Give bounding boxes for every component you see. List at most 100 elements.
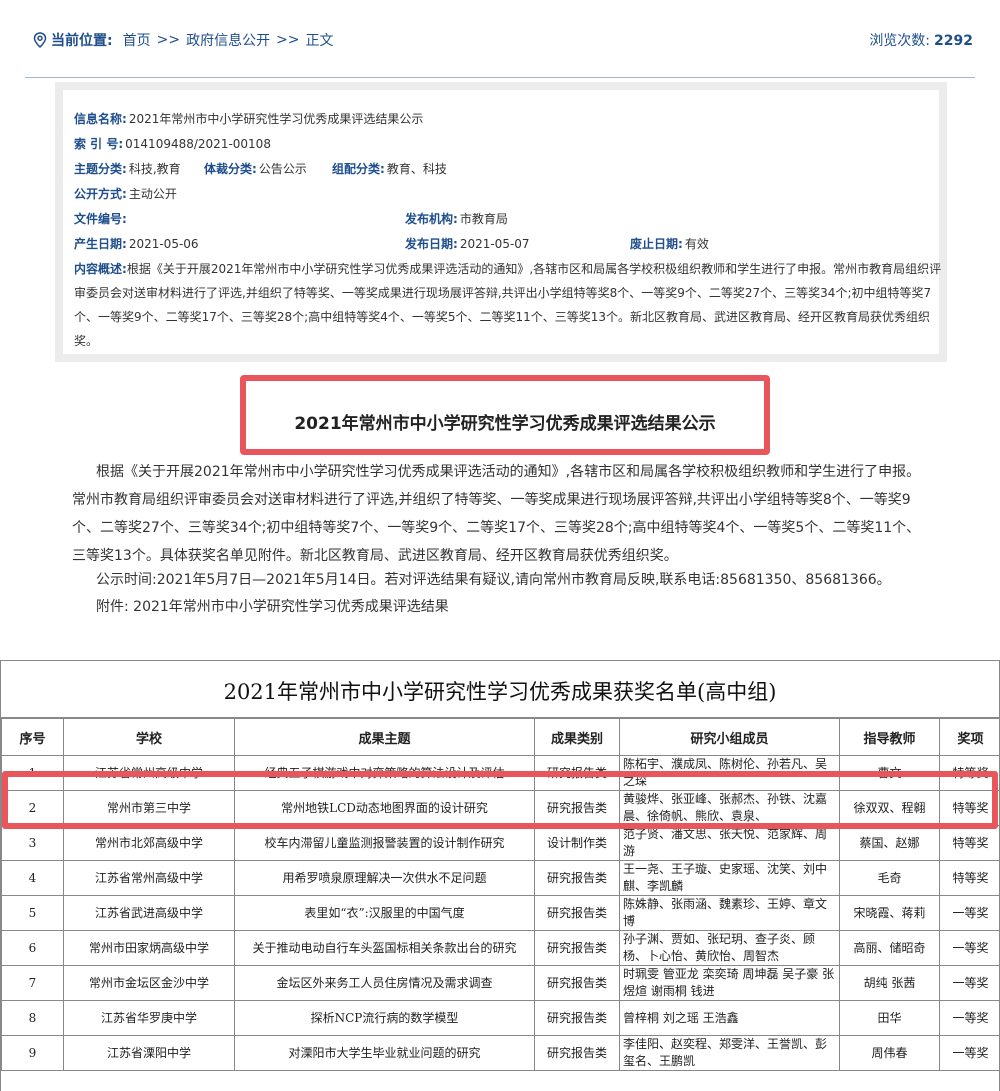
info-key: 索 引 号: [74,137,124,151]
table-cell: 田华 [839,1000,940,1036]
table-cell: 常州地铁LCD动态地图界面的设计研究 [234,790,535,826]
info-key: 文件编号: [74,212,127,226]
table-cell: 1 [1,755,64,791]
table-cell: 一等奖 [939,895,999,931]
table-row: 9 江苏省溧阳中学 对溧阳市大学生毕业就业问题的研究 研究报告类 李佳阳、赵奕程… [1,1035,999,1071]
info-key: 产生日期: [74,237,127,251]
info-key: 发布机构: [405,212,458,226]
info-key: 公开方式: [74,187,127,201]
article-title: 2021年常州市中小学研究性学习优秀成果评选结果公示 [294,414,716,434]
table-cell: 金坛区外来务工人员住房情况及需求调查 [234,965,535,1001]
info-key: 组配分类: [332,162,385,176]
info-row-expire: 废止日期: 有效 [630,235,709,252]
article-attachment-link[interactable]: 附件: 2021年常州市中小学研究性学习优秀成果评选结果 [96,594,449,620]
table-cell: 一等奖 [939,1000,999,1036]
table-cell: 江苏省溧阳中学 [63,1035,235,1071]
award-list-image: 2021年常州市中小学研究性学习优秀成果获奖名单(高中组) 序号 学校 成果主题… [0,660,1000,1091]
article-title-highlight: 2021年常州市中小学研究性学习优秀成果评选结果公示 [240,375,770,455]
table-cell: 研究报告类 [534,755,620,791]
info-key: 信息名称: [74,112,127,126]
table-cell: 王一尧、王子璇、史家瑶、沈笑、刘中麒、李凯麟 [619,860,840,896]
info-value: 科技,教育 [128,162,181,176]
breadcrumb-separator: >> [156,32,181,48]
table-cell: 胡纯 张茜 [839,965,940,1001]
table-row: 7 常州市金坛区金沙中学 金坛区外来务工人员住房情况及需求调查 研究报告类 时珮… [1,965,999,1001]
column-header: 序号 [1,718,64,756]
info-panel: 信息名称: 2021年常州市中小学研究性学习优秀成果评选结果公示 索 引 号: 01… [55,82,947,362]
info-value: 有效 [684,237,709,251]
table-cell: 2 [1,790,64,826]
info-row-open: 公开方式: 主动公开 [74,185,177,202]
table-cell: 研究报告类 [534,1000,620,1036]
table-row: 1 江苏省常州高级中学 经典五子棋游戏中对弈策略的算法设计及评估 研究报告类 陈… [1,755,999,791]
table-cell: 9 [1,1035,64,1071]
table-cell: 研究报告类 [534,1035,620,1071]
article-body: 根据《关于开展2021年常州市中小学研究性学习优秀成果评选活动的通知》,各辖市区… [72,464,921,564]
table-cell: 江苏省华罗庚中学 [63,1000,235,1036]
column-header: 研究小组成员 [619,718,840,756]
table-row: 8 江苏省华罗庚中学 探析NCP流行病的数学模型 研究报告类 曾梓桐 刘之瑶 王… [1,1000,999,1036]
table-cell: 研究报告类 [534,930,620,966]
table-cell: 研究报告类 [534,790,620,826]
table-cell: 特等奖 [939,825,999,861]
table-cell: 陈柘宇、濮成凤、陈树伦、孙若凡、吴之琛 [619,755,840,791]
table-row: 6 常州市田家炳高级中学 关于推动电动自行车头盔国标相关条款出台的研究 研究报告… [1,930,999,966]
info-value: 市教育局 [459,212,508,226]
column-header: 指导教师 [839,718,940,756]
table-cell: 高丽、储昭奇 [839,930,940,966]
info-row-pubdate: 发布日期: 2021-05-07 [405,235,530,252]
info-row-pub-org: 发布机构: 市教育局 [405,210,508,227]
table-cell: 特等奖 [939,755,999,791]
table-cell: 周伟春 [839,1035,940,1071]
table-cell: 一等奖 [939,1035,999,1071]
table-cell: 关于推动电动自行车头盔国标相关条款出台的研究 [234,930,535,966]
info-value: 2021-05-07 [459,237,530,251]
article-publicity: 公示时间:2021年5月7日—2021年5月14日。若对评选结果有疑议,请向常州… [96,572,891,588]
info-summary-text: 根据《关于开展2021年常州市中小学研究性学习优秀成果评选活动的通知》,各辖市区… [74,262,942,348]
table-cell: 设计制作类 [534,825,620,861]
table-cell: 特等奖 [939,860,999,896]
info-key: 体裁分类: [204,162,257,176]
table-cell: 经典五子棋游戏中对弈策略的算法设计及评估 [234,755,535,791]
table-cell: 3 [1,825,64,861]
table-cell: 8 [1,1000,64,1036]
award-list-title: 2021年常州市中小学研究性学习优秀成果获奖名单(高中组) [1,661,999,718]
table-cell: 黄骏烨、张亚峰、张郝杰、孙铁、沈嘉晨、徐倚帆、熊欣、袁泉、 [619,790,840,826]
view-count: 浏览次数: 2292 [869,30,973,50]
info-value: 014109488/2021-00108 [125,137,271,151]
info-key: 废止日期: [630,237,683,251]
breadcrumb-home[interactable]: 首页 [123,30,151,50]
table-cell: 校车内滞留儿童监测报警装置的设计制作研究 [234,825,535,861]
column-header: 成果类别 [534,718,620,756]
table-header-row: 序号 学校 成果主题 成果类别 研究小组成员 指导教师 奖项 [1,718,999,756]
location-pin-icon [33,32,47,48]
info-value: 教育、科技 [386,162,447,176]
table-cell: 探析NCP流行病的数学模型 [234,1000,535,1036]
table-cell: 研究报告类 [534,895,620,931]
table-row: 5 江苏省武进高级中学 表里如“衣”:汉服里的中国气度 研究报告类 陈姝静、张雨… [1,895,999,931]
column-header: 成果主题 [234,718,535,756]
info-row-summary: 内容概述:根据《关于开展2021年常州市中小学研究性学习优秀成果评选活动的通知》… [74,257,946,353]
table-cell: 4 [1,860,64,896]
info-value: 主动公开 [128,187,177,201]
info-key: 发布日期: [405,237,458,251]
column-header: 奖项 [939,718,999,756]
table-cell: 徐双双、程翱 [839,790,940,826]
info-row-org: 组配分类: 教育、科技 [332,160,447,177]
info-row-name: 信息名称: 2021年常州市中小学研究性学习优秀成果评选结果公示 [74,110,423,127]
breadcrumb-gov-info[interactable]: 政府信息公开 [186,30,270,50]
view-count-label: 浏览次数: [869,33,931,49]
table-cell: 毛奇 [839,860,940,896]
info-row-topic: 主题分类: 科技,教育 [74,160,181,177]
table-cell: 时珮雯 管亚龙 栾奕琦 周坤磊 吴子豪 张煜煊 谢雨桐 钱进 [619,965,840,1001]
table-cell: 研究报告类 [534,860,620,896]
table-cell: 表里如“衣”:汉服里的中国气度 [234,895,535,931]
table-cell: 5 [1,895,64,931]
table-cell: 研究报告类 [534,965,620,1001]
table-cell: 一等奖 [939,930,999,966]
breadcrumb-label: 当前位置: [51,33,113,49]
info-key: 内容概述: [74,262,127,276]
info-row-genre: 体裁分类: 公告公示 [204,160,307,177]
table-cell: 特等奖 [939,790,999,826]
breadcrumb: 当前位置: 首页 >> 政府信息公开 >> 正文 [33,30,334,50]
